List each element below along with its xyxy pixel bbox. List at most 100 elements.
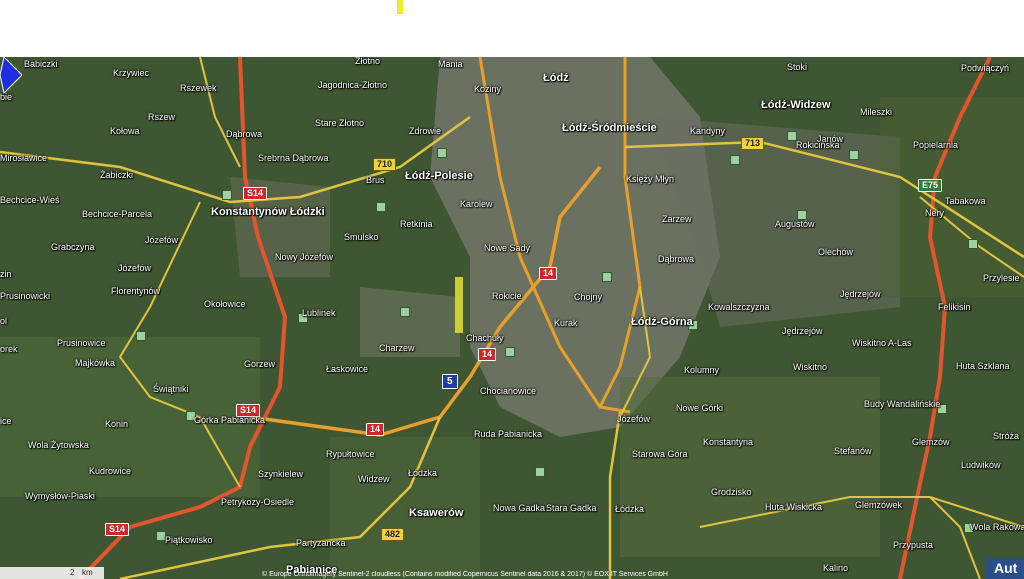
poi-marker[interactable] <box>505 347 515 357</box>
place-label: Karolew <box>460 199 493 209</box>
place-label: Kowalszczyzna <box>708 302 770 312</box>
place-label: Koziny <box>474 84 502 94</box>
place-label: Piątkowisko <box>165 535 213 545</box>
scale-unit: km <box>82 568 93 577</box>
street-label: Kandyny <box>690 126 726 136</box>
road-shield-482: 482 <box>381 528 405 541</box>
place-label: Popielarnia <box>913 140 959 150</box>
place-label: Konstantynów Łódzki <box>211 206 325 218</box>
map-attribution: © Europe Orthoimagery Sentinel-2 cloudle… <box>262 571 668 578</box>
place-label: Żabiczki <box>100 170 134 180</box>
place-label: Nowe Sady <box>484 243 531 253</box>
place-label: Jędrzejów <box>782 326 823 336</box>
place-label: Rokicie <box>492 291 522 301</box>
poi-marker[interactable] <box>222 190 232 200</box>
place-label: Felikisin <box>938 302 971 312</box>
place-label: Grodzisko <box>711 487 752 497</box>
place-label: Przypusta <box>893 540 934 550</box>
place-label: Mileszki <box>860 107 893 117</box>
place-label: Rszewek <box>180 83 217 93</box>
navigation-arrow-icon[interactable] <box>0 57 22 93</box>
road-shield-s14: S14 <box>105 523 130 536</box>
road-shield-14: 14 <box>478 348 497 361</box>
poi-marker[interactable] <box>136 331 146 341</box>
road-shield-s14: S14 <box>243 187 268 200</box>
place-label: Łódź-Polesie <box>405 170 473 182</box>
place-label: Nowy Józefów <box>275 252 334 262</box>
place-label: Łódź <box>543 72 569 84</box>
place-label: Babiczki <box>24 59 58 69</box>
place-label: Kudrowice <box>89 466 132 476</box>
place-label: Brus <box>366 175 385 185</box>
satellite-map[interactable]: S14 S14 S14 14 14 14 710 713 482 E75 5 B… <box>0 57 1024 579</box>
place-label: Florentynów <box>111 286 161 296</box>
place-label: Olechów <box>818 247 854 257</box>
place-label: Mirosławice <box>0 153 48 163</box>
place-label: Krzywiec <box>113 68 150 78</box>
place-label: Dąbrowa <box>658 254 695 264</box>
place-label: Smulsko <box>344 232 379 242</box>
road-shield-713: 713 <box>741 137 765 150</box>
place-label: Nowe Górki <box>676 403 724 413</box>
street-label: Łódzka <box>408 468 438 478</box>
place-label: Dąbrowa <box>226 129 263 139</box>
road-shield-14: 14 <box>366 423 385 436</box>
street-label: Łódzka <box>615 504 645 514</box>
place-label: Ruda Pabianicka <box>474 429 543 439</box>
street-label: Kołowa <box>110 126 140 136</box>
place-label: Gorzew <box>244 359 276 369</box>
place-label: Lublinek <box>302 308 336 318</box>
place-label: Świątniki <box>153 384 189 394</box>
place-label: Łódź-Widzew <box>761 99 831 111</box>
street-label: Jędrzejów <box>840 289 881 299</box>
place-label: Szynkielew <box>258 469 304 479</box>
poi-marker[interactable] <box>730 155 740 165</box>
auto-button[interactable]: Aut <box>986 557 1024 579</box>
place-label: Rypułtowice <box>326 449 375 459</box>
place-label: ol <box>0 316 8 326</box>
place-label: Jagodnica-Złotno <box>318 80 388 90</box>
place-label: Bechcice-Wieś <box>0 195 60 205</box>
place-label: Górka Pabianicka <box>194 415 266 425</box>
place-label: Prusinowicki <box>0 291 51 301</box>
route-segment <box>455 277 463 333</box>
place-label: Ksawerów <box>409 507 464 519</box>
place-label: Józefów <box>118 263 152 273</box>
place-label: Łaskowice <box>326 364 369 374</box>
place-label: Józefów <box>617 414 651 424</box>
place-label: Stara Gadka <box>546 503 597 513</box>
poi-marker[interactable] <box>849 150 859 160</box>
poi-marker[interactable] <box>376 202 386 212</box>
place-label: Glemzów <box>912 437 950 447</box>
poi-marker[interactable] <box>535 467 545 477</box>
place-label: Stefanów <box>834 446 872 456</box>
scale-value: 2 <box>70 568 75 577</box>
place-label: Wola Żytowska <box>28 440 89 450</box>
place-label: Podwiączyń <box>961 63 1010 73</box>
poi-marker[interactable] <box>602 272 612 282</box>
place-label: Huta Szklana <box>956 361 1010 371</box>
yellow-marker <box>397 0 403 14</box>
place-label: Wymysłów-Piaski <box>25 491 95 501</box>
poi-marker[interactable] <box>437 148 447 158</box>
street-label: Rokicińska <box>796 140 840 150</box>
place-label: Mania <box>438 59 463 69</box>
place-label: Budy Wandalińskie <box>864 399 941 409</box>
place-label: Nowa Gadka <box>493 503 546 513</box>
poi-marker[interactable] <box>968 239 978 249</box>
street-label: Tabakowa <box>945 196 986 206</box>
place-label: Huta Wiskicka <box>765 502 823 512</box>
place-label: Konstantyna <box>703 437 754 447</box>
place-label: Nery <box>925 208 945 218</box>
place-label: Augustów <box>775 219 815 229</box>
place-label: Wiskitno <box>793 362 828 372</box>
poi-marker[interactable] <box>400 307 410 317</box>
place-label: Bechcice-Parcela <box>82 209 153 219</box>
place-label: Prusinowice <box>57 338 106 348</box>
place-label: Okołowice <box>204 299 246 309</box>
place-label: Ludwików <box>961 460 1001 470</box>
place-label: Widzew <box>358 474 390 484</box>
road-shield-e75: E75 <box>918 179 943 192</box>
place-label: Retkinia <box>400 219 433 229</box>
place-label: Charzew <box>379 343 415 353</box>
